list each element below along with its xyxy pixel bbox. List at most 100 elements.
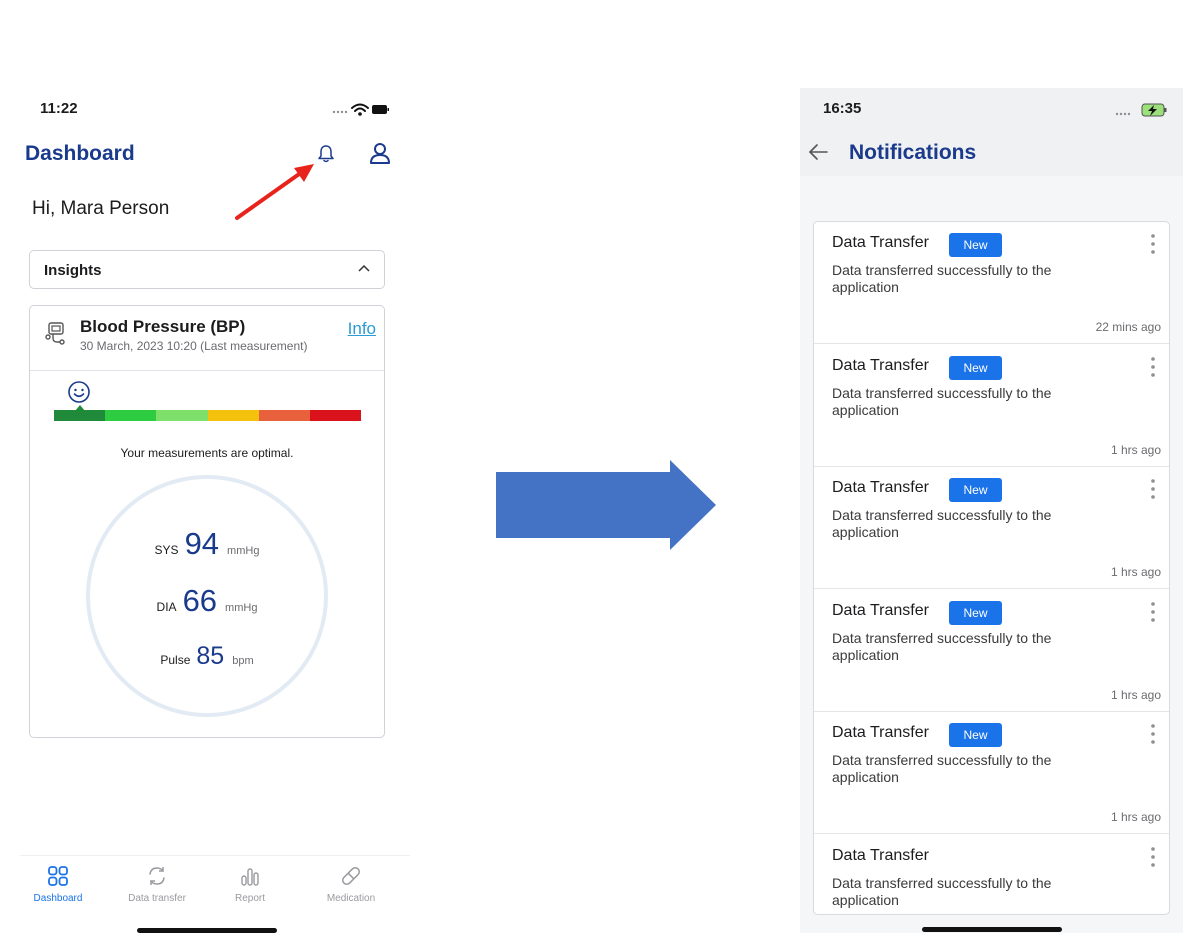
notifications-screen: 16:35 Notifications Data Transfer New Data… (800, 88, 1183, 933)
signal-dots-icon (332, 110, 348, 114)
notification-time: 22 mins ago (1095, 320, 1161, 334)
info-link[interactable]: Info (348, 319, 376, 339)
tab-dashboard[interactable]: Dashboard (13, 864, 103, 904)
systolic-unit: mmHg (227, 545, 260, 557)
systolic-label: SYS (154, 543, 179, 557)
user-icon (370, 143, 390, 164)
notification-time: 1 hrs ago (1110, 442, 1161, 457)
pill-icon (342, 867, 360, 885)
diastolic-label: DIA (156, 600, 177, 614)
notification-time: 1 hrs ago (1110, 687, 1161, 702)
new-badge: New (949, 600, 1002, 625)
notification-title: Data Transfer (832, 724, 929, 741)
status-time: 16:35 (823, 100, 862, 117)
notification-title: Data Transfer (832, 601, 929, 619)
notification-item[interactable]: Data Transfer Data transferred successful… (814, 835, 1169, 915)
bottom-tab-bar: Dashboard Data transfer Report Medicatio… (20, 855, 410, 915)
page-title: Notifications (849, 141, 977, 164)
tab-label: Report (234, 893, 265, 904)
pulse-reading: Pulse 85 bpm (90, 642, 324, 671)
scale-segment (54, 410, 106, 421)
insights-dropdown[interactable]: Insights (29, 250, 385, 289)
measurement-status-message: Your measurements are optimal. (120, 446, 294, 460)
notification-item[interactable]: Data Transfer New Data transferred success… (814, 222, 1169, 344)
bp-classification-scale (54, 410, 362, 421)
back-arrow-icon[interactable] (807, 141, 829, 163)
tab-label: Data transfer (128, 893, 186, 904)
signal-dots-icon (1115, 112, 1131, 116)
notification-item[interactable]: Data Transfer New Data transferred success… (814, 467, 1169, 589)
chevron-up-icon (358, 264, 370, 272)
wifi-dot (358, 112, 362, 116)
status-bar: 11:22 (20, 88, 410, 132)
notification-title: Data Transfer (832, 479, 929, 496)
diastolic-value: 66 (182, 583, 218, 618)
readings-circle: SYS 94 mmHg DIA 66 mmHg Pulse 85 bpm (86, 475, 328, 717)
blood-pressure-monitor-icon (45, 322, 65, 345)
status-icons (332, 103, 389, 116)
more-options-icon[interactable] (1147, 355, 1159, 381)
new-badge: New (949, 478, 1002, 502)
notifications-list: Data Transfer New Data transferred success… (813, 221, 1170, 915)
blood-pressure-card: Blood Pressure (BP) 30 March, 2023 10:20… (29, 305, 385, 738)
insights-label: Insights (44, 262, 102, 279)
notification-title: Data Transfer (832, 234, 929, 251)
more-options-icon[interactable] (1147, 845, 1159, 871)
profile-button[interactable] (365, 138, 395, 168)
pulse-label: Pulse (160, 653, 191, 667)
systolic-reading: SYS 94 mmHg (90, 526, 324, 562)
more-options-icon[interactable] (1147, 722, 1159, 748)
battery-icon (372, 105, 387, 114)
tab-label: Dashboard (33, 893, 83, 904)
smiley-face-icon (68, 381, 90, 403)
home-indicator (922, 927, 1062, 932)
notification-time: 1 hrs ago (1110, 565, 1161, 579)
dashboard-screen: 11:22 Dashboard Hi, Mara Person Insights… (20, 88, 410, 933)
notification-time: 1 hrs ago (1110, 810, 1161, 824)
annotation-arrow (235, 164, 314, 220)
systolic-value: 94 (184, 526, 220, 561)
new-badge: New (949, 723, 1002, 747)
sync-icon (149, 867, 165, 885)
notification-item[interactable]: Data Transfer New Data transferred success… (814, 345, 1169, 467)
tab-label: Medication (326, 893, 376, 904)
tab-medication[interactable]: Medication (306, 864, 396, 904)
pulse-unit: bpm (232, 655, 254, 667)
last-measurement-date: 30 March, 2023 10:20 (Last measurement) (80, 339, 308, 353)
tab-report[interactable]: Report (205, 864, 295, 904)
scale-segment (156, 410, 208, 421)
scale-segment (258, 410, 310, 421)
notification-message: Data transferred successfully to the app… (832, 507, 1052, 540)
status-icons (1115, 103, 1167, 117)
divider (30, 370, 384, 371)
notification-item[interactable]: Data Transfer New Data transferred success… (814, 590, 1169, 712)
notification-item[interactable]: Data Transfer New Data transferred success… (814, 712, 1169, 834)
notification-message: Data transferred successfully to the app… (832, 874, 1052, 908)
notification-message: Data transferred successfully to the app… (832, 262, 1052, 295)
page-title: Dashboard (25, 142, 135, 165)
pulse-value: 85 (196, 642, 225, 670)
app-header: Dashboard (20, 138, 410, 174)
new-badge: New (949, 355, 1002, 380)
grid-icon (48, 866, 68, 886)
bar-chart-icon (241, 868, 259, 886)
more-options-icon[interactable] (1147, 477, 1159, 503)
notification-message: Data transferred successfully to the app… (832, 629, 1052, 663)
scale-segment (105, 410, 157, 421)
notification-title: Data Transfer (832, 846, 929, 864)
status-time: 11:22 (40, 100, 78, 117)
transition-arrow (496, 460, 716, 550)
scale-segment (309, 410, 362, 421)
notification-message: Data transferred successfully to the app… (832, 752, 1052, 785)
home-indicator (137, 928, 277, 933)
more-options-icon[interactable] (1147, 232, 1159, 258)
card-title: Blood Pressure (BP) (80, 317, 246, 336)
tab-data-transfer[interactable]: Data transfer (112, 864, 202, 904)
diastolic-reading: DIA 66 mmHg (90, 583, 324, 619)
new-badge: New (949, 233, 1002, 257)
notification-title: Data Transfer (832, 356, 929, 374)
wifi-icon (351, 103, 369, 112)
diastolic-unit: mmHg (225, 602, 258, 614)
scale-segment (207, 410, 259, 421)
more-options-icon[interactable] (1147, 600, 1159, 626)
